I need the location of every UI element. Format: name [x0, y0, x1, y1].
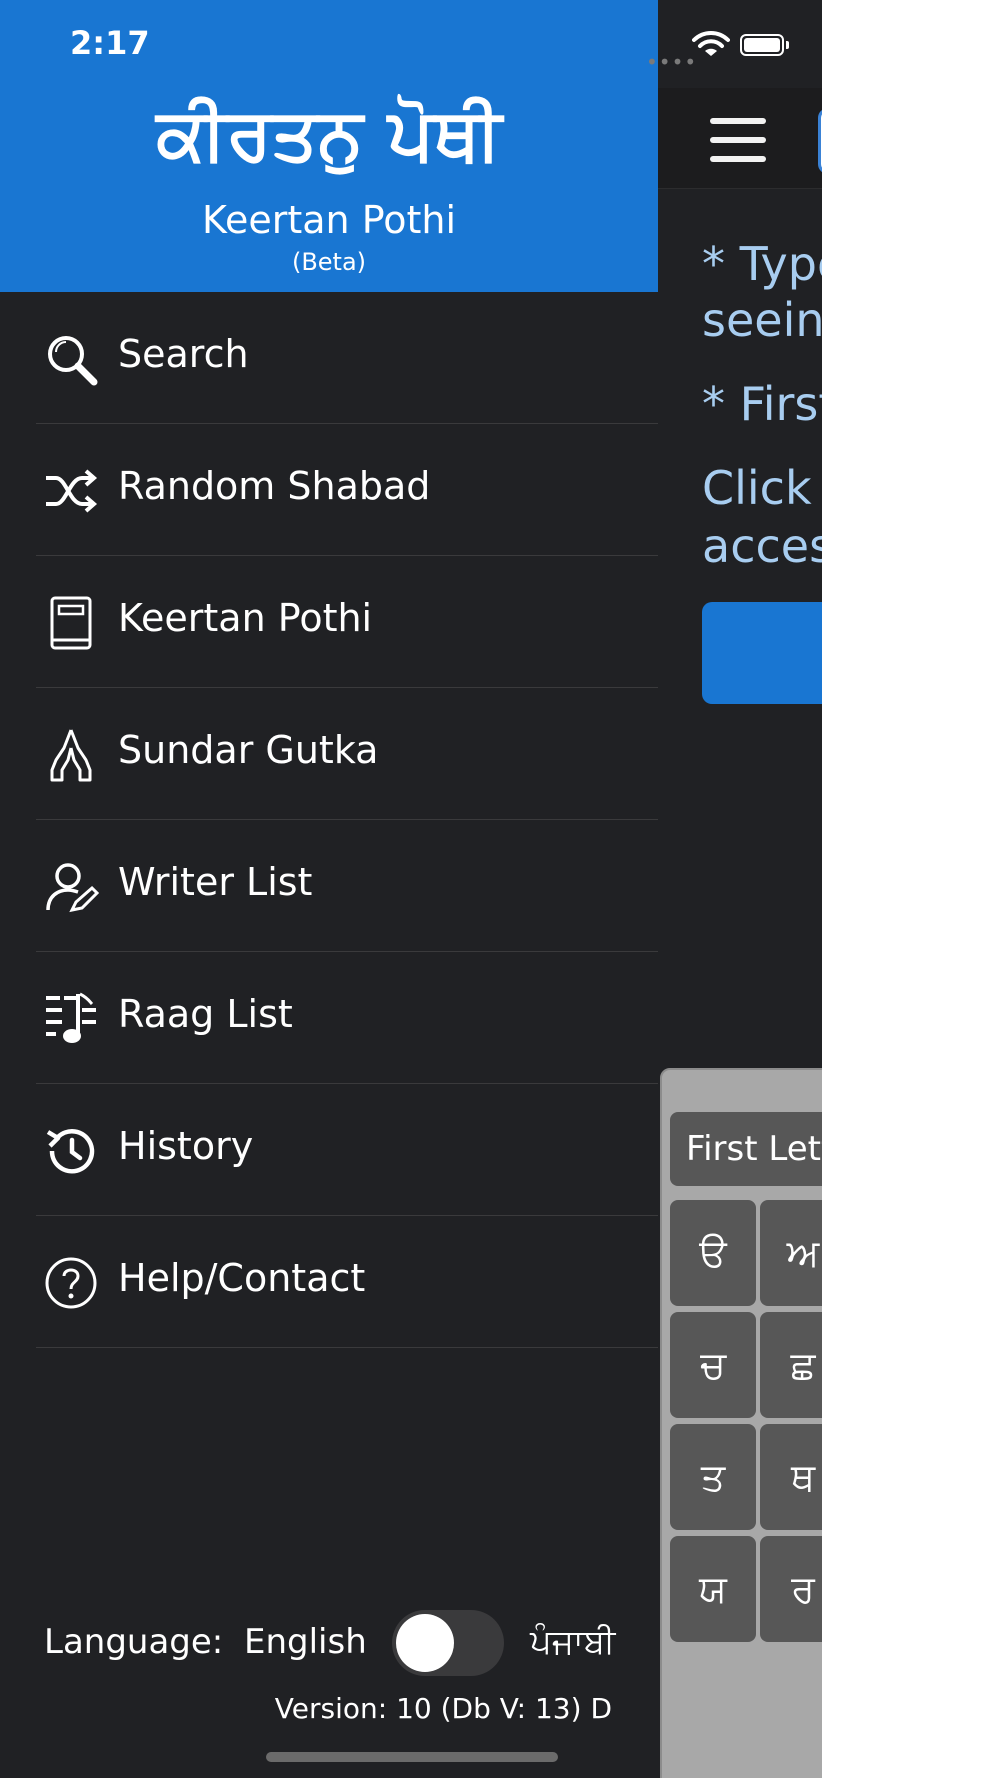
- background-text: * First: [702, 377, 822, 431]
- background-text: access: [702, 519, 822, 573]
- menu-item-raag-list[interactable]: Raag List: [0, 952, 658, 1084]
- cellular-signal-icon: ••••: [646, 50, 698, 74]
- menu-item-label: Sundar Gutka: [118, 728, 379, 772]
- outside-screen-area: [822, 0, 1000, 1778]
- history-icon: [46, 1129, 95, 1174]
- menu-item-help-contact[interactable]: Help/Contact: [0, 1216, 658, 1348]
- keyboard-key[interactable]: ਰ: [760, 1536, 822, 1642]
- keyboard-key[interactable]: ੳ: [670, 1200, 756, 1306]
- menu-item-writer-list[interactable]: Writer List: [0, 820, 658, 952]
- language-toggle[interactable]: [392, 1610, 504, 1676]
- status-time: 2:17: [70, 24, 150, 62]
- menu-item-search[interactable]: Search: [0, 292, 658, 424]
- battery-icon: [740, 34, 784, 56]
- book-icon: [50, 596, 92, 650]
- shuffle-icon: [46, 469, 98, 513]
- menu-item-label: Search: [118, 332, 249, 376]
- home-indicator[interactable]: [266, 1752, 558, 1762]
- menu-item-label: Random Shabad: [118, 464, 431, 508]
- menu-item-label: History: [118, 1124, 254, 1168]
- menu-item-label: Help/Contact: [118, 1256, 366, 1300]
- app-title-english: Keertan Pothi: [201, 198, 457, 242]
- keyboard-key[interactable]: ਯ: [670, 1536, 756, 1642]
- background-text: * Type: [702, 237, 822, 291]
- menu-item-sundar-gutka[interactable]: Sundar Gutka: [0, 688, 658, 820]
- language-label: Language:: [44, 1622, 224, 1662]
- keyboard-key[interactable]: ਥ: [760, 1424, 822, 1530]
- writer-icon: [46, 863, 100, 913]
- help-icon: [45, 1257, 97, 1309]
- app-title-punjabi: ਕੀਰਤਨੁ ਪੋਥੀ: [156, 92, 502, 176]
- background-button[interactable]: [702, 602, 822, 704]
- menu-item-keertan-pothi[interactable]: Keertan Pothi: [0, 556, 658, 688]
- praying-hands-icon: [50, 729, 92, 782]
- battery-tip: [786, 41, 789, 49]
- wifi-icon: [692, 30, 730, 56]
- background-text: Click o: [702, 461, 822, 515]
- menu-item-label: Keertan Pothi: [118, 596, 373, 640]
- music-list-icon: [46, 992, 96, 1043]
- keyboard-key[interactable]: ਛ: [760, 1312, 822, 1418]
- navigation-drawer: ਕੀਰਤਨੁ ਪੋਥੀ Keertan Pothi (Beta) Search …: [0, 0, 658, 1778]
- keyboard-key[interactable]: ਤ: [670, 1424, 756, 1530]
- menu-item-label: Raag List: [118, 992, 293, 1036]
- beta-badge: (Beta): [291, 248, 367, 276]
- menu-item-random-shabad[interactable]: Random Shabad: [0, 424, 658, 556]
- menu-icon[interactable]: [710, 118, 766, 162]
- keyboard-mode-label[interactable]: First Lett: [670, 1112, 822, 1186]
- search-icon: [48, 336, 98, 386]
- version-text: Version: 10 (Db V: 13) D: [274, 1692, 612, 1725]
- menu-divider: [36, 1347, 658, 1348]
- language-option-punjabi: ਪੰਜਾਬੀ: [530, 1622, 616, 1662]
- menu-item-label: Writer List: [118, 860, 313, 904]
- keyboard-key[interactable]: ਚ: [670, 1312, 756, 1418]
- toggle-knob: [396, 1614, 454, 1672]
- keyboard-key[interactable]: ਅ: [760, 1200, 822, 1306]
- background-text: seeing: [702, 293, 822, 347]
- language-option-english: English: [244, 1622, 367, 1662]
- menu-item-history[interactable]: History: [0, 1084, 658, 1216]
